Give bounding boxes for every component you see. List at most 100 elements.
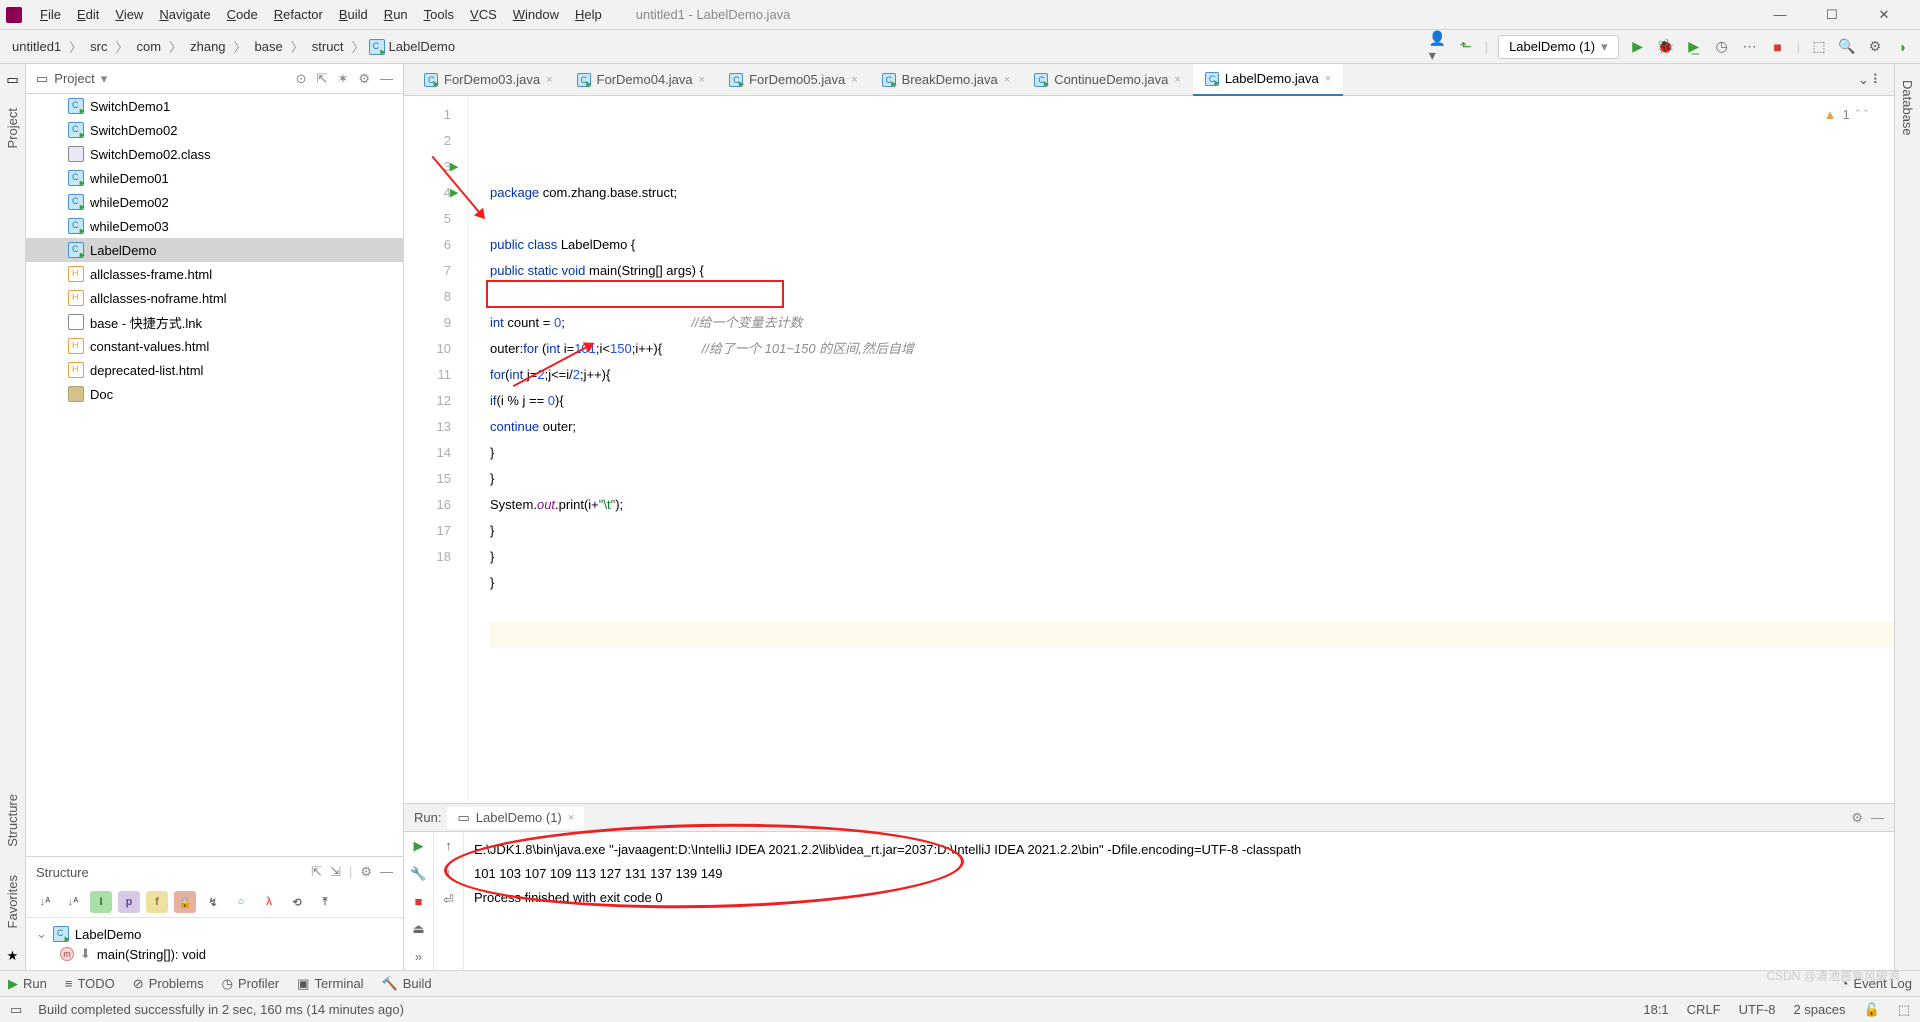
tree-item[interactable]: allclasses-frame.html	[26, 262, 403, 286]
tabs-more-icon[interactable]: ⌄ ⠇	[1846, 72, 1894, 88]
run-icon[interactable]: ▶	[1629, 38, 1647, 56]
close-icon[interactable]: ×	[699, 74, 705, 86]
structure-method[interactable]: main(String[]): void	[97, 947, 206, 962]
gear-icon[interactable]: ⚙	[360, 864, 372, 880]
crumb[interactable]: com	[133, 37, 166, 56]
run-config-select[interactable]: LabelDemo (1) ▾	[1498, 35, 1619, 59]
todo-tool-button[interactable]: ≡TODO	[65, 976, 115, 991]
database-tab[interactable]: Database	[1900, 72, 1915, 144]
show-nonpublic-icon[interactable]: 🔒	[174, 891, 196, 913]
exit-icon[interactable]: ⏏	[412, 921, 424, 937]
encoding[interactable]: UTF-8	[1739, 1002, 1776, 1018]
stop-icon[interactable]: ■	[1769, 38, 1787, 56]
status-more-icon[interactable]: ⬚	[1898, 1002, 1910, 1018]
stop-icon[interactable]: ■	[415, 894, 423, 909]
rerun-icon[interactable]: ▶	[414, 838, 424, 854]
menu-window[interactable]: Window	[505, 3, 567, 26]
favorites-tab[interactable]: Favorites	[5, 867, 20, 936]
menu-file[interactable]: File	[32, 3, 69, 26]
editor-code[interactable]: ▲1 ˆ ˇ package com.zhang.base.struct;pub…	[468, 96, 1894, 803]
shortcuts-icon[interactable]: ◗	[1894, 38, 1912, 56]
minimize-button[interactable]: —	[1766, 7, 1794, 23]
tree-item[interactable]: LabelDemo	[26, 238, 403, 262]
editor-tab[interactable]: BreakDemo.java×	[870, 64, 1023, 96]
menu-refactor[interactable]: Refactor	[266, 3, 331, 26]
structure-class[interactable]: LabelDemo	[75, 927, 142, 942]
tree-item[interactable]: constant-values.html	[26, 334, 403, 358]
close-icon[interactable]: ×	[1004, 74, 1010, 86]
tree-item[interactable]: SwitchDemo1	[26, 94, 403, 118]
menu-build[interactable]: Build	[331, 3, 376, 26]
coverage-icon[interactable]: ▶̲	[1685, 38, 1703, 56]
crumb[interactable]: zhang	[186, 37, 229, 56]
gutter-run-icon[interactable]: ▶	[450, 154, 458, 180]
editor-tab[interactable]: ForDemo04.java×	[565, 64, 718, 96]
wrench-icon[interactable]: 🔧	[410, 866, 426, 882]
menu-navigate[interactable]: Navigate	[151, 3, 218, 26]
inherited-icon[interactable]: ↯	[202, 891, 224, 913]
menu-tools[interactable]: Tools	[416, 3, 462, 26]
run-tool-button[interactable]: ▶Run	[8, 976, 47, 992]
up-icon[interactable]: ↑	[445, 838, 452, 853]
tree-item[interactable]: whileDemo02	[26, 190, 403, 214]
breadcrumb[interactable]: untitled1〉src〉com〉zhang〉base〉struct〉Labe…	[8, 37, 455, 56]
project-tab[interactable]: Project	[5, 100, 20, 156]
collapse-icon[interactable]: ⇲	[330, 864, 341, 880]
menu-edit[interactable]: Edit	[69, 3, 107, 26]
tree-item[interactable]: whileDemo01	[26, 166, 403, 190]
menu-code[interactable]: Code	[219, 3, 266, 26]
profile-icon[interactable]: ◷	[1713, 38, 1731, 56]
select-opened-icon[interactable]: ⊙	[296, 71, 307, 87]
close-icon[interactable]: ×	[1174, 74, 1180, 86]
lambda-icon[interactable]: λ	[258, 891, 280, 913]
line-sep[interactable]: CRLF	[1687, 1002, 1721, 1018]
editor-gutter[interactable]: 123▶4▶56789101112131415161718	[404, 96, 468, 803]
autoscroll2-icon[interactable]: ⤒	[314, 891, 336, 913]
console-output[interactable]: E:\JDK1.8\bin\java.exe "-javaagent:D:\In…	[464, 832, 1894, 970]
editor-tab[interactable]: ForDemo03.java×	[412, 64, 565, 96]
profiler-tool-button[interactable]: ◷Profiler	[222, 976, 280, 992]
collapse-icon[interactable]: ✶	[337, 71, 348, 87]
show-properties-icon[interactable]: p	[118, 891, 140, 913]
crumb[interactable]: base	[251, 37, 287, 56]
ellipsis-icon[interactable]: ⋯	[1741, 38, 1759, 56]
debug-icon[interactable]: 🐞	[1657, 38, 1675, 56]
tree-item[interactable]: SwitchDemo02	[26, 118, 403, 142]
indent[interactable]: 2 spaces	[1793, 1002, 1845, 1018]
gear-icon[interactable]: ⚙	[1851, 810, 1863, 826]
hide-icon[interactable]: —	[1871, 810, 1884, 826]
show-fields-icon[interactable]: f	[146, 891, 168, 913]
show-interface-icon[interactable]: I	[90, 891, 112, 913]
user-icon[interactable]: 👤▾	[1429, 38, 1447, 56]
project-tree[interactable]: SwitchDemo1SwitchDemo02SwitchDemo02.clas…	[26, 94, 403, 856]
anonymous-icon[interactable]: ○	[230, 891, 252, 913]
sort-alpha-icon[interactable]: ↓ᴬ	[34, 891, 56, 913]
editor-tab[interactable]: ContinueDemo.java×	[1022, 64, 1193, 96]
build-hammer-icon[interactable]: ⬑	[1457, 38, 1475, 56]
wrap-icon[interactable]: ⏎	[443, 892, 454, 908]
caret-position[interactable]: 18:1	[1643, 1002, 1668, 1018]
close-icon[interactable]: ×	[1325, 73, 1331, 85]
git-icon[interactable]: ⬚	[1810, 38, 1828, 56]
gear-icon[interactable]: ⚙	[1866, 38, 1884, 56]
close-icon[interactable]: ×	[851, 74, 857, 86]
tree-item[interactable]: Doc	[26, 382, 403, 406]
tree-item[interactable]: deprecated-list.html	[26, 358, 403, 382]
expand-icon[interactable]: ⇱	[317, 71, 328, 87]
tree-item[interactable]: SwitchDemo02.class	[26, 142, 403, 166]
crumb[interactable]: struct	[308, 37, 348, 56]
hide-icon[interactable]: —	[380, 71, 393, 87]
gear-icon[interactable]: ⚙	[358, 71, 370, 87]
autoscroll-icon[interactable]: ⟲	[286, 891, 308, 913]
menu-vcs[interactable]: VCS	[462, 3, 505, 26]
problems-tool-button[interactable]: ⊘Problems	[133, 976, 204, 992]
sort-visibility-icon[interactable]: ↓ᴬ	[62, 891, 84, 913]
tree-item[interactable]: allclasses-noframe.html	[26, 286, 403, 310]
maximize-button[interactable]: ☐	[1818, 7, 1846, 23]
tree-item[interactable]: whileDemo03	[26, 214, 403, 238]
status-icon[interactable]: ▭	[10, 1002, 22, 1018]
close-button[interactable]: ✕	[1870, 7, 1898, 23]
menu-help[interactable]: Help	[567, 3, 610, 26]
build-tool-button[interactable]: 🔨Build	[382, 976, 432, 992]
crumb[interactable]: untitled1	[8, 37, 65, 56]
